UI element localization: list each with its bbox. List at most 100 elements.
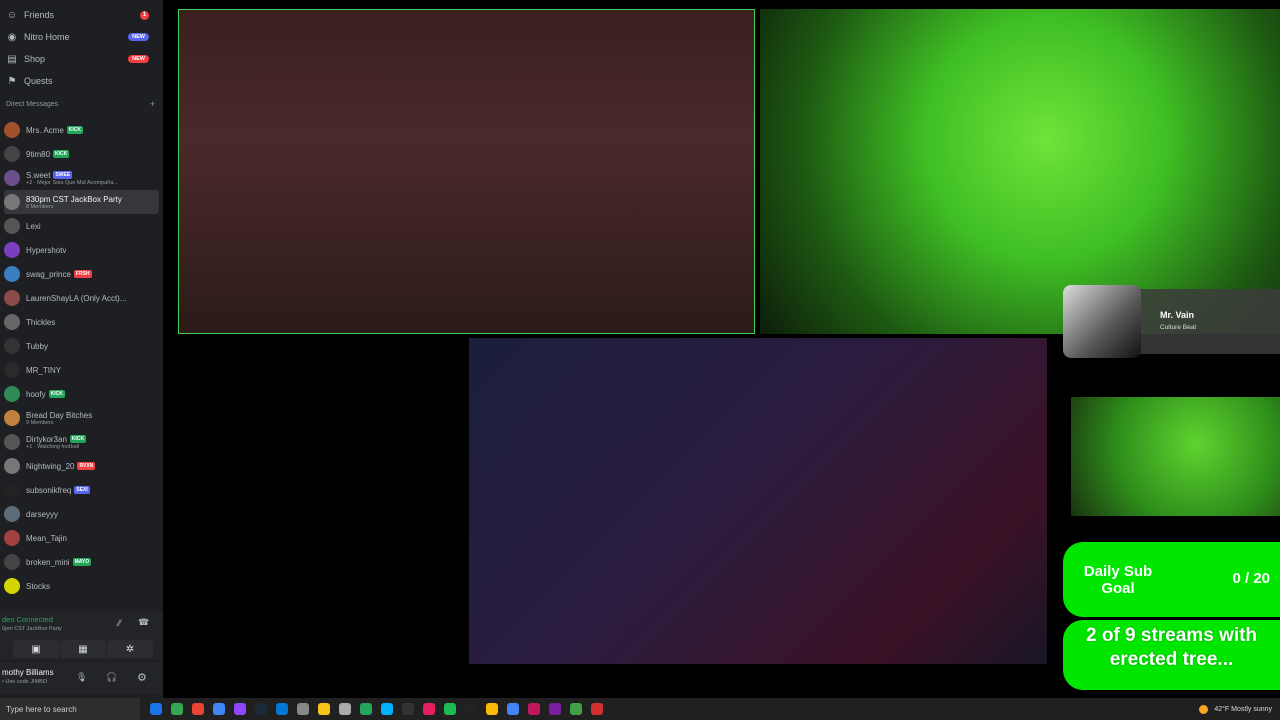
dm-header: Direct Messages + [0,96,163,112]
dm-item[interactable]: swag_prince FRSH [0,262,163,286]
dm-item[interactable]: MR_TINY [0,358,163,382]
app-glyph-icon [149,703,162,715]
now-playing-artist: Mr. Vain [1160,310,1195,320]
create-dm-icon[interactable]: + [150,99,155,109]
dm-item[interactable]: Mrs. Acme KICK [0,118,163,142]
settings-gear-icon[interactable]: ⚙ [137,671,147,684]
dm-item[interactable]: broken_mini MAYO [0,550,163,574]
dm-item[interactable]: darseyyy [0,502,163,526]
chat-button[interactable]: ▣ [13,640,59,658]
app-glyph-icon [359,703,372,715]
dm-item[interactable]: Dirtykor3an KICK +1 · Watching football [0,430,163,454]
microphone-icon[interactable]: 🎙 [76,672,87,683]
app-glyph-icon [401,703,414,715]
app-glyph-icon [296,703,309,715]
stream-tile-2[interactable] [760,9,1280,334]
dm-item[interactable]: 9tim80 KICK [0,142,163,166]
dm-name-row: Thickles [26,318,55,327]
dm-name: Dirtykor3an [26,434,67,444]
dm-text: darseyyy [26,510,58,519]
dm-item[interactable]: hoofy KICK [0,382,163,406]
taskbar-app-icon[interactable] [187,698,208,720]
taskbar-app-icon[interactable] [166,698,187,720]
avatar [4,530,20,546]
taskbar-app-icon[interactable] [460,698,481,720]
dm-name-row: MR_TINY [26,366,61,375]
dm-header-label: Direct Messages [6,100,59,108]
taskbar-app-icon[interactable] [586,698,607,720]
weather-text[interactable]: 42°F Mostly sunny [1214,706,1272,713]
activities-icon: ▦ [78,643,88,655]
taskbar-app-icon[interactable] [229,698,250,720]
taskbar-app-icon[interactable] [502,698,523,720]
dm-item[interactable]: Mean_Tajin [0,526,163,550]
nav-item-quests[interactable]: ⚑ Quests [0,70,163,92]
headphones-icon[interactable]: 🎧 [106,672,117,683]
app-glyph-icon [380,703,393,715]
system-tray: 42°F Mostly sunny [1199,698,1272,720]
dm-name-row: 830pm CST JackBox Party [26,195,122,204]
avatar [4,314,20,330]
stream-tile-3[interactable] [469,338,1047,664]
sub-goal-widget: Daily Sub Goal 0 / 20 [1063,542,1280,617]
taskbar-app-icon[interactable] [397,698,418,720]
dm-subtext: +2 · Mejor Sola Que Mal Acompaña... [26,179,118,186]
dm-item[interactable]: Nightwing_20 RVXN [0,454,163,478]
disconnect-icon[interactable]: ☎ [138,617,149,628]
taskbar-app-icon[interactable] [271,698,292,720]
dm-item[interactable]: Bread Day Bitches 9 Members [0,406,163,430]
stream-tile-1[interactable] [178,9,755,334]
taskbar-app-icon[interactable] [544,698,565,720]
taskbar-app-icon[interactable] [145,698,166,720]
app-glyph-icon [191,703,204,715]
chat-icon: ▣ [31,643,41,655]
dm-name: Mean_Tajin [26,533,67,543]
sub-goal-label: Daily Sub Goal [1083,563,1153,597]
dm-text: hoofy KICK [26,390,65,399]
taskbar-app-icon[interactable] [523,698,544,720]
activities-button[interactable]: ▦ [60,640,106,658]
dm-item[interactable]: 830pm CST JackBox Party 8 Members [4,190,159,214]
nav-item-friends[interactable]: ☺ Friends 1 [0,4,163,26]
dm-name-row: Dirtykor3an KICK [26,434,87,444]
dm-item[interactable]: S.weet SWEE +2 · Mejor Sola Que Mal Acompa… [0,166,163,190]
taskbar-app-icon[interactable] [334,698,355,720]
taskbar-app-icon[interactable] [481,698,502,720]
taskbar-search[interactable]: Type here to search [0,698,140,720]
dm-item[interactable]: Tubby [0,334,163,358]
avatar [4,578,20,594]
dm-item[interactable]: subsonikfreq SEXI [0,478,163,502]
dm-text: LaurenShayLA (Only Acct)... [26,294,127,303]
dm-item[interactable]: Hypershotv [0,238,163,262]
taskbar-app-icon[interactable] [418,698,439,720]
dm-item[interactable]: Stocks [0,574,163,598]
server-tag-badge: SWEE [53,171,73,179]
app-glyph-icon [548,703,561,715]
now-playing-title: Culture Beat [1160,324,1197,331]
taskbar-app-icon[interactable] [439,698,460,720]
dm-text: S.weet SWEE +2 · Mejor Sola Que Mal Acompa… [26,171,118,186]
dm-item[interactable]: Lexi [0,214,163,238]
taskbar-app-icon[interactable] [208,698,229,720]
nav-item-nitro-home[interactable]: ◉ Nitro Home NEW [0,26,163,48]
user-name[interactable]: mothy Billiams [2,668,54,677]
windows-taskbar: Type here to search 42°F Mostly sunny [0,698,1280,720]
taskbar-app-icon[interactable] [565,698,586,720]
taskbar-app-icon[interactable] [313,698,334,720]
soundboard-button[interactable]: ✲ [107,640,153,658]
album-art [1063,285,1141,358]
taskbar-app-icon[interactable] [292,698,313,720]
dm-item[interactable]: Thickles [0,310,163,334]
dm-text: broken_mini MAYO [26,558,92,567]
dm-subtext: 9 Members [26,419,54,426]
taskbar-app-icon[interactable] [376,698,397,720]
app-glyph-icon [317,703,330,715]
taskbar-app-icon[interactable] [355,698,376,720]
avatar [4,506,20,522]
dm-text: swag_prince FRSH [26,270,92,279]
voice-channel[interactable]: 0pm CST JackBox Party [2,626,62,632]
nav-item-shop[interactable]: ▤ Shop NEW [0,48,163,70]
noise-suppression-icon[interactable]: ⁄⁄ [118,618,121,628]
taskbar-app-icon[interactable] [250,698,271,720]
dm-item[interactable]: LaurenShayLA (Only Acct)... [0,286,163,310]
